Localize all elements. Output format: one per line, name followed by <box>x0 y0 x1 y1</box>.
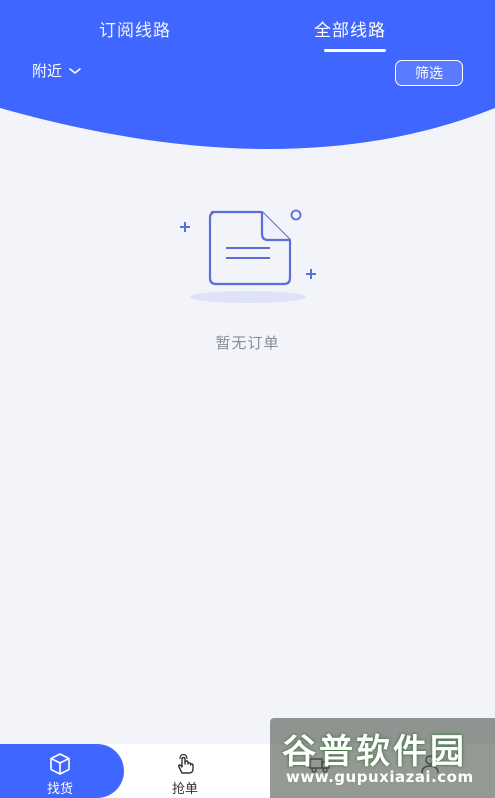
filter-button[interactable]: 筛选 <box>395 60 463 86</box>
tabbar-item-find-goods[interactable]: 找货 <box>30 752 90 797</box>
tab-subscribed-routes[interactable]: 订阅线路 <box>99 16 171 41</box>
hand-tap-icon <box>177 753 194 774</box>
watermark-title: 谷普软件园 <box>282 732 467 772</box>
tabbar-label-find-goods: 找货 <box>46 782 73 797</box>
location-label: 附近 <box>32 62 63 80</box>
chevron-down-icon <box>69 67 81 74</box>
active-tab-indicator <box>324 49 386 52</box>
tabbar-item-grab-order[interactable]: 抢单 <box>155 752 215 797</box>
route-tabs: 订阅线路 全部线路 <box>0 0 495 56</box>
site-watermark: 谷普软件园 www.gupuxiazai.com <box>270 718 495 798</box>
box-icon <box>50 753 70 775</box>
empty-state-text: 暂无订单 <box>215 334 280 352</box>
watermark-url: www.gupuxiazai.com <box>286 768 474 786</box>
location-selector[interactable]: 附近 <box>32 60 82 81</box>
tabbar-label-grab-order: 抢单 <box>171 782 198 797</box>
empty-document-icon <box>180 209 316 303</box>
tab-all-routes[interactable]: 全部线路 <box>314 16 386 41</box>
